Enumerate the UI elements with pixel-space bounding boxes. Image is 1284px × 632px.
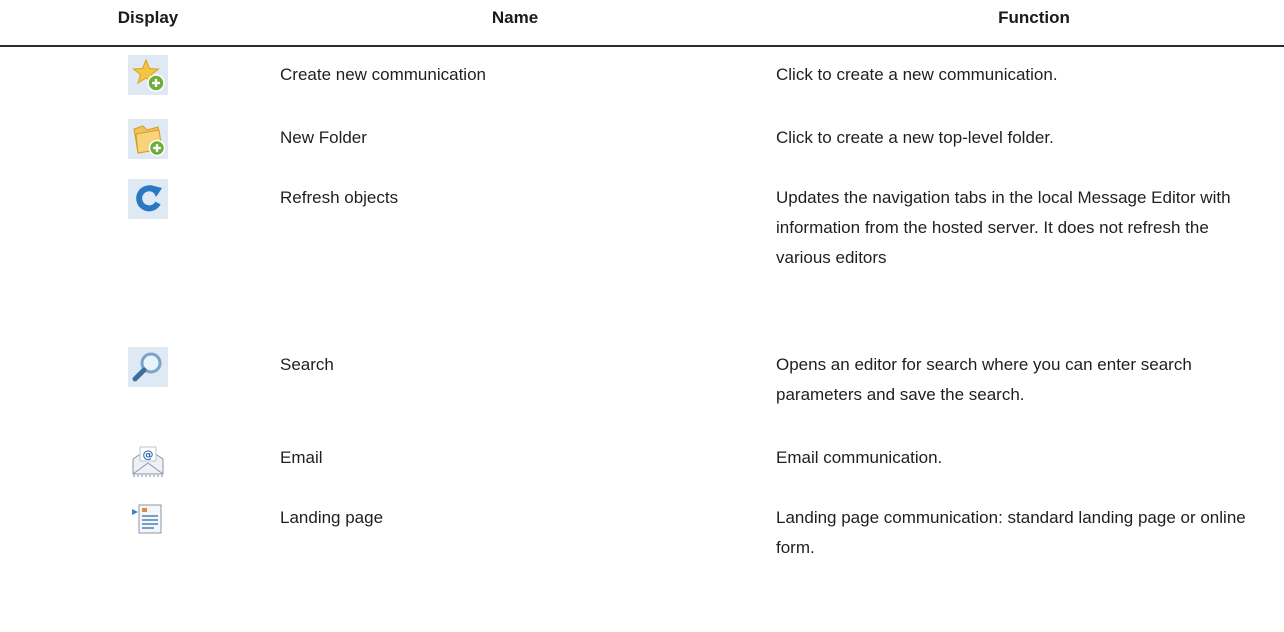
row-function: Click to create a new communication.	[776, 65, 1058, 84]
row-function: Opens an editor for search where you can…	[776, 355, 1192, 404]
create-communication-star-icon	[128, 55, 168, 95]
row-function: Click to create a new top-level folder.	[776, 128, 1054, 147]
table-header: Display Name Function	[0, 0, 1284, 47]
header-display: Display	[117, 8, 179, 27]
row-name: Landing page	[280, 508, 384, 527]
row-name: Email	[280, 448, 323, 467]
refresh-icon	[128, 179, 168, 219]
header-name: Name	[491, 8, 539, 27]
row-name: Search	[280, 355, 334, 374]
row-name: New Folder	[280, 128, 367, 147]
row-function: Email communication.	[776, 448, 943, 467]
row-name: Create new communication	[280, 65, 486, 84]
landing-page-icon	[128, 499, 168, 539]
svg-text:@: @	[143, 448, 154, 461]
row-function: Updates the navigation tabs in the local…	[776, 188, 1231, 267]
header-function: Function	[998, 8, 1070, 27]
search-magnifier-icon	[128, 347, 168, 387]
email-envelope-icon: @	[128, 439, 168, 479]
row-function: Landing page communication: standard lan…	[776, 508, 1246, 557]
new-folder-icon	[128, 119, 168, 159]
row-name: Refresh objects	[280, 188, 399, 207]
icon-reference-table: Display Name Function Create new communi…	[0, 0, 1284, 557]
